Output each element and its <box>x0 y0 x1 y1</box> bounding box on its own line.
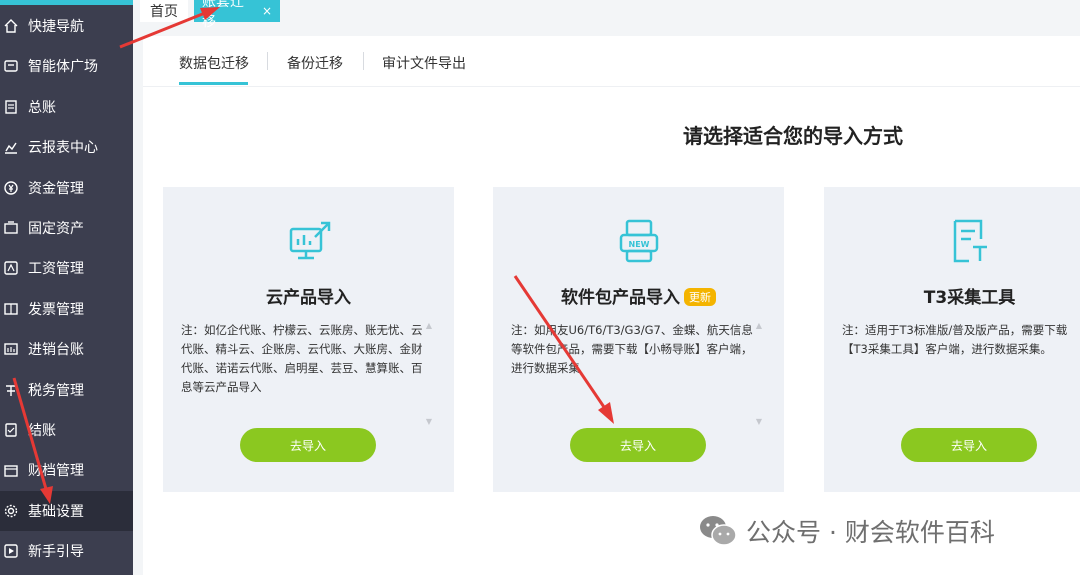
scroll-down-icon[interactable]: ▼ <box>426 417 432 426</box>
sidebar-item-salary[interactable]: 工资管理 <box>0 248 133 288</box>
agent-icon <box>3 58 19 74</box>
sidebar-item-ledger[interactable]: 总账 <box>0 87 133 127</box>
card-software-package-import: NEW 软件包产品导入 更新 注：如用友U6/T6/T3/G3/G7、金蝶、航天信… <box>493 187 784 492</box>
sidebar-item-label: 智能体广场 <box>28 59 98 76</box>
sidebar-item-home[interactable]: 快捷导航 <box>0 6 133 46</box>
close-icon[interactable]: × <box>262 4 272 18</box>
sidebar-item-agent[interactable]: 智能体广场 <box>0 46 133 86</box>
page-heading: 请选择适合您的导入方式 <box>683 124 903 148</box>
sidebar-accent-bar <box>0 0 133 5</box>
watermark: 公众号 · 财会软件百科 <box>698 513 995 549</box>
cloud-import-button[interactable]: 去导入 <box>240 428 376 462</box>
gear-icon <box>3 503 19 519</box>
watermark-text: 公众号 · 财会软件百科 <box>746 518 995 547</box>
sidebar-item-money[interactable]: 资金管理 <box>0 168 133 208</box>
tab-home[interactable]: 首页 <box>140 0 188 22</box>
sidebar-item-label: 税务管理 <box>28 382 84 399</box>
card-title: 软件包产品导入 更新 <box>493 283 784 308</box>
sidebar-item-label: 进销台账 <box>28 342 84 359</box>
sidebar-item-label: 总账 <box>28 99 56 116</box>
subtab-bar: 数据包迁移 备份迁移 审计文件导出 <box>143 36 1080 87</box>
subtab-divider <box>363 52 364 70</box>
subtab-data-package-migration[interactable]: 数据包迁移 <box>179 53 249 73</box>
ledger-icon <box>3 99 19 115</box>
card-title: T3采集工具 <box>923 288 1016 308</box>
sidebar-item-invoice[interactable]: 发票管理 <box>0 289 133 329</box>
sidebar-item-label: 发票管理 <box>28 301 84 318</box>
sidebar-item-label: 固定资产 <box>28 221 84 237</box>
scroll-up-icon[interactable]: ▲ <box>426 321 432 330</box>
sidebar-item-closing[interactable]: 结账 <box>0 410 133 450</box>
sidebar-item-label: 快捷导航 <box>28 19 84 35</box>
sidebar-item-tax[interactable]: 税务管理 <box>0 370 133 410</box>
sidebar-item-play[interactable]: 新手引导 <box>0 531 133 571</box>
update-badge: 更新 <box>684 288 716 306</box>
wechat-icon <box>700 516 737 546</box>
document-t-icon <box>953 219 987 263</box>
scroll-down-icon[interactable]: ▼ <box>756 417 762 426</box>
sidebar-item-label: 新手引导 <box>28 544 84 561</box>
sidebar-item-archive[interactable]: 财档管理 <box>0 450 133 490</box>
sidebar-item-label: 基础设置 <box>28 503 84 520</box>
subtab-active-indicator <box>179 82 248 85</box>
t3-import-button[interactable]: 去导入 <box>901 428 1037 462</box>
main-content: 数据包迁移 备份迁移 审计文件导出 请选择适合您的导入方式 云产品导入 注：如亿… <box>143 36 1080 575</box>
sidebar-item-label: 财档管理 <box>28 463 84 480</box>
new-package-icon: NEW <box>619 219 658 263</box>
sidebar-item-gear[interactable]: 基础设置 <box>0 490 133 531</box>
home-icon <box>3 18 19 34</box>
sidebar-item-asset[interactable]: 固定资产 <box>0 208 133 248</box>
card-note: 注：如用友U6/T6/T3/G3/G7、金蝶、航天信息等软件包产品，需要下载【小… <box>511 323 753 375</box>
subtab-divider <box>267 52 268 70</box>
sidebar-item-chart[interactable]: 云报表中心 <box>0 127 133 167</box>
money-icon <box>3 180 19 196</box>
salary-icon <box>3 260 19 276</box>
sidebar-item-label: 工资管理 <box>28 261 84 278</box>
card-title-text: 软件包产品导入 <box>561 288 680 308</box>
card-title: 云产品导入 <box>266 288 351 308</box>
sidebar-item-label: 资金管理 <box>28 180 84 197</box>
card-cloud-import: 云产品导入 注：如亿企代账、柠檬云、云账房、账无忧、云代账、精斗云、企账房、云代… <box>163 187 454 492</box>
tab-bar: 首页 账套迁移 × <box>133 0 1080 30</box>
subtab-audit-file-export[interactable]: 审计文件导出 <box>382 53 466 73</box>
card-note: 注：如亿企代账、柠檬云、云账房、账无忧、云代账、精斗云、企账房、云代账、大账房、… <box>181 323 423 394</box>
closing-icon <box>3 422 19 438</box>
scroll-up-icon[interactable]: ▲ <box>756 321 762 330</box>
subtab-backup-migration[interactable]: 备份迁移 <box>287 53 343 73</box>
play-icon <box>3 543 19 559</box>
sidebar-item-inventory[interactable]: 进销台账 <box>0 329 133 369</box>
software-package-import-button[interactable]: 去导入 <box>570 428 706 462</box>
inventory-icon <box>3 341 19 357</box>
invoice-icon <box>3 301 19 317</box>
card-t3-collection-tool: T3采集工具 注：适用于T3标准版/普及版产品，需要下载【T3采集工具】客户端，… <box>824 187 1080 492</box>
cloud-chart-icon <box>289 221 330 260</box>
tab-account-migration[interactable]: 账套迁移 × <box>194 0 280 30</box>
sidebar-item-label: 云报表中心 <box>28 140 98 157</box>
archive-icon <box>3 462 19 478</box>
sidebar: 快捷导航智能体广场总账云报表中心资金管理固定资产工资管理发票管理进销台账税务管理… <box>0 0 133 575</box>
card-note: 注：适用于T3标准版/普及版产品，需要下载【T3采集工具】客户端，进行数据采集。 <box>842 323 1068 356</box>
svg-text:NEW: NEW <box>628 240 649 249</box>
chart-icon <box>3 139 19 155</box>
tax-icon <box>3 382 19 398</box>
sidebar-item-label: 结账 <box>28 423 56 439</box>
asset-icon <box>3 220 19 236</box>
tab-account-migration-label: 账套迁移 <box>202 0 244 30</box>
